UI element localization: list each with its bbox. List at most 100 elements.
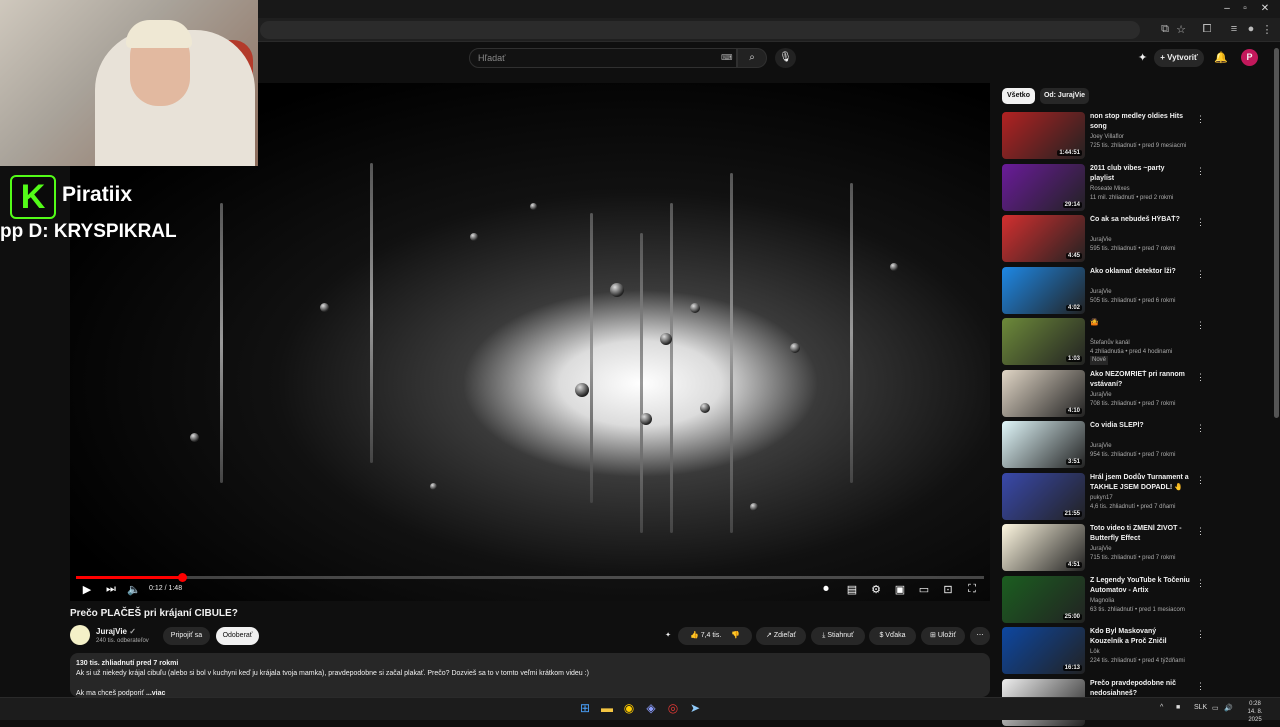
- more-options-icon[interactable]: ⋮: [1196, 114, 1205, 125]
- recommendation-channel[interactable]: Štefanův kanál: [1090, 339, 1200, 348]
- tray-app-icon[interactable]: ■: [1176, 704, 1180, 711]
- recommendation-item[interactable]: 1:44:51 non stop medley oldies Hits song J…: [1002, 112, 1272, 160]
- extensions-icon[interactable]: ⧠: [1200, 23, 1214, 36]
- recommendation-channel[interactable]: Roseate Mixes: [1090, 185, 1200, 194]
- channel-name[interactable]: JurajVie ✓: [96, 627, 136, 636]
- recommendation-channel[interactable]: JurajVie: [1090, 288, 1200, 297]
- more-options-icon[interactable]: ⋮: [1196, 475, 1205, 486]
- dislike-button[interactable]: 👎: [731, 632, 740, 639]
- recommendation-title[interactable]: 🤷: [1090, 318, 1190, 328]
- recommendation-item[interactable]: 4:02 Ako oklamať detektor lži? JurajVie 505…: [1002, 266, 1272, 315]
- maximize-icon[interactable]: ▫: [1236, 3, 1254, 14]
- kebab-menu-icon[interactable]: ⋮: [1260, 23, 1274, 36]
- more-options-icon[interactable]: ⋮: [1196, 320, 1205, 331]
- account-avatar[interactable]: P: [1241, 49, 1258, 66]
- close-icon[interactable]: ✕: [1256, 3, 1274, 14]
- steam-icon[interactable]: ➤: [687, 700, 703, 716]
- recommendation-item[interactable]: 16:13 Kdo Byl Maskovaný Kouzelník a Proč …: [1002, 627, 1272, 675]
- recommendation-title[interactable]: Čo ak sa nebudeš HÝBAŤ?: [1090, 215, 1190, 225]
- play-icon[interactable]: ▶: [79, 583, 95, 596]
- autoplay-toggle[interactable]: ⏺: [818, 583, 834, 596]
- recommendation-channel[interactable]: JurajVie: [1090, 391, 1200, 400]
- recommendation-title[interactable]: Ako oklamať detektor lži?: [1090, 267, 1190, 277]
- recommendation-item[interactable]: 25:00 Z Legendy YouTube k Točeniu Automat…: [1002, 575, 1272, 624]
- recommendation-channel[interactable]: JurajVie: [1090, 442, 1200, 451]
- recommendation-channel[interactable]: Lök: [1090, 648, 1200, 657]
- cast-icon[interactable]: ⊡: [940, 583, 956, 596]
- recommendation-item[interactable]: 4:51 Toto video ti ZMENÍ ŽIVOT - Butterfl…: [1002, 524, 1272, 572]
- app-icon[interactable]: ◎: [665, 700, 681, 716]
- video-thumbnail[interactable]: 4:02: [1002, 266, 1085, 314]
- more-options-icon[interactable]: ⋮: [1196, 217, 1205, 228]
- save-button[interactable]: ⊞ Uložiť: [921, 627, 965, 645]
- more-options-icon[interactable]: ⋮: [1196, 526, 1205, 537]
- theater-icon[interactable]: ▭: [916, 583, 932, 596]
- description-box[interactable]: 130 tis. zhliadnutí pred 7 rokmi Ak si u…: [70, 653, 990, 697]
- recommendation-title[interactable]: Čo vidia SLEPÍ?: [1090, 421, 1190, 431]
- discord-icon[interactable]: ◈: [643, 700, 659, 716]
- recommendation-title[interactable]: 2011 club vibes ~party playlist: [1090, 164, 1190, 184]
- recommendation-channel[interactable]: JurajVie: [1090, 236, 1200, 245]
- keyboard-icon[interactable]: ⌨: [721, 53, 733, 62]
- like-button[interactable]: 👍 7,4 tis.: [690, 632, 721, 639]
- recommendation-title[interactable]: Z Legendy YouTube k Točeniu Automatov - …: [1090, 576, 1190, 596]
- video-thumbnail[interactable]: 21:55: [1002, 472, 1085, 520]
- subtitles-icon[interactable]: ▤: [844, 583, 860, 596]
- profile-icon[interactable]: ●: [1244, 23, 1258, 35]
- recommendation-item[interactable]: 3:51 Čo vidia SLEPÍ? JurajVie 954 tis. zhli…: [1002, 421, 1272, 469]
- minimize-icon[interactable]: –: [1218, 3, 1236, 14]
- chip-from-channel[interactable]: Od: JurajVie: [1040, 88, 1089, 104]
- video-thumbnail[interactable]: 25:00: [1002, 575, 1085, 623]
- search-input[interactable]: Hľadať: [469, 48, 737, 68]
- mic-button[interactable]: 🎙: [775, 48, 796, 68]
- more-options-icon[interactable]: ⋮: [1196, 166, 1205, 177]
- thanks-button[interactable]: $ Vďaka: [869, 627, 916, 645]
- video-thumbnail[interactable]: 16:13: [1002, 627, 1085, 674]
- windows-start-icon[interactable]: ⊞: [577, 700, 593, 716]
- video-thumbnail[interactable]: 1:03: [1002, 318, 1085, 365]
- recommendation-item[interactable]: 4:10 Ako NEZOMRIEŤ pri rannom vstávaní? Ju…: [1002, 369, 1272, 418]
- video-thumbnail[interactable]: 29:14: [1002, 163, 1085, 211]
- language-indicator[interactable]: SLK: [1194, 704, 1207, 711]
- more-options-icon[interactable]: ⋮: [1196, 681, 1205, 692]
- show-more-link[interactable]: ...viac: [146, 690, 165, 697]
- search-button[interactable]: ⌕: [737, 48, 767, 68]
- more-options-icon[interactable]: ⋮: [1196, 269, 1205, 280]
- chrome-icon[interactable]: ◉: [621, 700, 637, 716]
- subscribe-button[interactable]: Odoberať: [216, 627, 259, 645]
- create-button[interactable]: + Vytvoriť: [1154, 49, 1204, 67]
- recommendation-item[interactable]: 21:55 Hrál jsem Dodův Turnament a TAKHLE …: [1002, 472, 1272, 521]
- settings-icon[interactable]: ⚙: [868, 583, 884, 596]
- miniplayer-icon[interactable]: ▣: [892, 583, 908, 596]
- share-button[interactable]: ↗ Zdieľať: [756, 627, 806, 645]
- scrollbar[interactable]: [1274, 48, 1279, 418]
- download-button[interactable]: ⤓ Stiahnuť: [811, 627, 865, 645]
- recommendation-channel[interactable]: pukyn17: [1090, 494, 1200, 503]
- more-options-icon[interactable]: ⋮: [1196, 372, 1205, 383]
- ai-sparkle-icon[interactable]: ✦: [1138, 51, 1147, 64]
- video-thumbnail[interactable]: 1:44:51: [1002, 112, 1085, 159]
- more-options-icon[interactable]: ⋮: [1196, 629, 1205, 640]
- volume-icon[interactable]: 🔈: [126, 583, 142, 596]
- address-bar[interactable]: [260, 21, 1140, 39]
- recommendation-channel[interactable]: Magnolia: [1090, 597, 1200, 606]
- recommendation-title[interactable]: Kdo Byl Maskovaný Kouzelník a Proč Zniči…: [1090, 627, 1190, 647]
- recommendation-title[interactable]: non stop medley oldies Hits song: [1090, 112, 1190, 132]
- speaker-icon[interactable]: 🔊: [1224, 704, 1233, 712]
- video-thumbnail[interactable]: 4:10: [1002, 369, 1085, 417]
- video-thumbnail[interactable]: 3:51: [1002, 421, 1085, 468]
- network-icon[interactable]: ▭: [1212, 704, 1219, 712]
- fullscreen-icon[interactable]: ⛶: [964, 583, 980, 596]
- recommendation-item[interactable]: 4:45 Čo ak sa nebudeš HÝBAŤ? JurajVie 595 t…: [1002, 215, 1272, 263]
- clock[interactable]: 0:28 14. 8. 2025: [1240, 700, 1270, 724]
- next-icon[interactable]: ⏭: [103, 583, 119, 596]
- video-thumbnail[interactable]: 4:51: [1002, 524, 1085, 571]
- recommendation-title[interactable]: Ako NEZOMRIEŤ pri rannom vstávaní?: [1090, 370, 1190, 390]
- recommendation-title[interactable]: Hrál jsem Dodův Turnament a TAKHLE JSEM …: [1090, 473, 1190, 493]
- bell-icon[interactable]: 🔔: [1214, 51, 1228, 64]
- recommendation-item[interactable]: 29:14 2011 club vibes ~party playlist Rose…: [1002, 163, 1272, 212]
- cast-icon[interactable]: ⧉: [1158, 23, 1172, 36]
- join-button[interactable]: Pripojiť sa: [163, 627, 210, 645]
- recommendation-channel[interactable]: Joey Villaflor: [1090, 133, 1200, 142]
- menu-lines-icon[interactable]: ≡: [1227, 23, 1241, 35]
